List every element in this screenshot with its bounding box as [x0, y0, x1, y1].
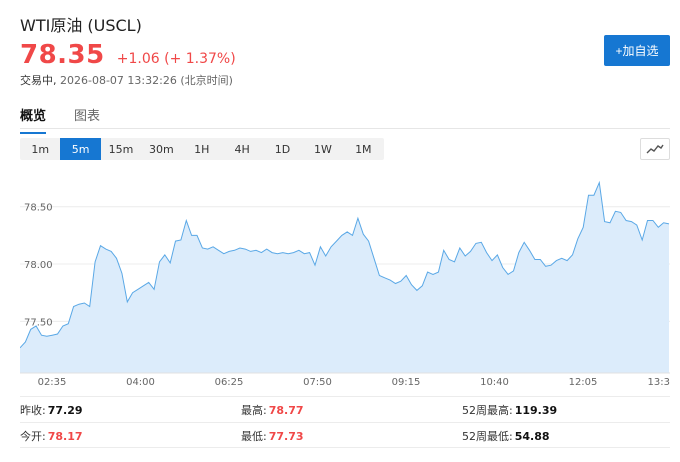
- stats-table: 昨收: 77.29 最高: 78.77 52周最高: 119.39 今开: 78…: [20, 396, 670, 448]
- stat-value: 78.17: [47, 429, 83, 443]
- instrument-title: WTI原油 (USCL): [20, 16, 142, 35]
- x-tick-label: 02:35: [38, 377, 67, 388]
- stat-label: 最低:: [241, 430, 267, 443]
- stat-value: 54.88: [514, 429, 550, 443]
- stat-label: 昨收:: [20, 404, 46, 417]
- price-change: +1.06 (+ 1.37%): [116, 51, 236, 67]
- interval-1w[interactable]: 1W: [303, 138, 343, 160]
- interval-1h[interactable]: 1H: [182, 138, 222, 160]
- stat-value: 77.73: [268, 429, 304, 443]
- y-tick-label: 77.50: [24, 317, 53, 328]
- timestamp: 2026-08-07 13:32:26 (北京时间): [60, 74, 233, 87]
- x-tick-label: 04:00: [126, 377, 155, 388]
- tab-overview[interactable]: 概览: [20, 105, 47, 134]
- y-tick-label: 78.00: [24, 260, 53, 271]
- stat-prev-close: 昨收: 77.29: [20, 397, 83, 423]
- stat-open: 今开: 78.17: [20, 423, 83, 449]
- stats-row: 昨收: 77.29 最高: 78.77 52周最高: 119.39: [20, 396, 670, 422]
- stat-label: 52周最高:: [462, 404, 513, 417]
- interval-1mo[interactable]: 1M: [343, 138, 383, 160]
- stats-row: 今开: 78.17 最低: 77.73 52周最低: 54.88: [20, 422, 670, 448]
- tab-bar: 概览 图表: [20, 105, 128, 134]
- stat-high: 最高: 78.77: [241, 397, 304, 423]
- tab-divider: [20, 128, 670, 129]
- stat-label: 今开:: [20, 430, 46, 443]
- chart-type-toggle[interactable]: [640, 138, 670, 160]
- stat-value: 119.39: [514, 403, 558, 417]
- stat-52w-high: 52周最高: 119.39: [462, 397, 557, 423]
- stat-52w-low: 52周最低: 54.88: [462, 423, 550, 449]
- interval-4h[interactable]: 4H: [222, 138, 262, 160]
- stat-low: 最低: 77.73: [241, 423, 304, 449]
- x-tick-label: 13:3: [648, 377, 670, 388]
- trading-status: 交易中, 2026-08-07 13:32:26 (北京时间): [20, 72, 233, 88]
- interval-15m[interactable]: 15m: [101, 138, 141, 160]
- tab-chart[interactable]: 图表: [74, 105, 100, 134]
- price-row: 78.35 +1.06 (+ 1.37%): [20, 40, 236, 70]
- add-to-watchlist-button[interactable]: +加自选: [604, 35, 670, 66]
- y-tick-label: 78.50: [24, 203, 53, 214]
- stat-label: 52周最低:: [462, 430, 513, 443]
- trading-state: 交易中,: [20, 74, 57, 87]
- line-chart-icon: [646, 144, 664, 154]
- interval-1d[interactable]: 1D: [262, 138, 302, 160]
- x-tick-label: 09:15: [392, 377, 421, 388]
- stat-label: 最高:: [241, 404, 267, 417]
- interval-5m[interactable]: 5m: [60, 138, 101, 160]
- stat-value: 78.77: [268, 403, 304, 417]
- x-tick-label: 07:50: [303, 377, 332, 388]
- last-price: 78.35: [20, 40, 105, 70]
- interval-1m[interactable]: 1m: [20, 138, 60, 160]
- interval-30m[interactable]: 30m: [141, 138, 181, 160]
- intraday-price-chart[interactable]: 78.50 78.00 77.50 02:35 04:00 06:25 07:50 09:15…: [20, 170, 670, 392]
- x-tick-label: 12:05: [569, 377, 598, 388]
- interval-selector: 1m 5m 15m 30m 1H 4H 1D 1W 1M: [20, 138, 384, 160]
- x-tick-label: 06:25: [215, 377, 244, 388]
- stat-value: 77.29: [47, 403, 83, 417]
- x-tick-label: 10:40: [480, 377, 509, 388]
